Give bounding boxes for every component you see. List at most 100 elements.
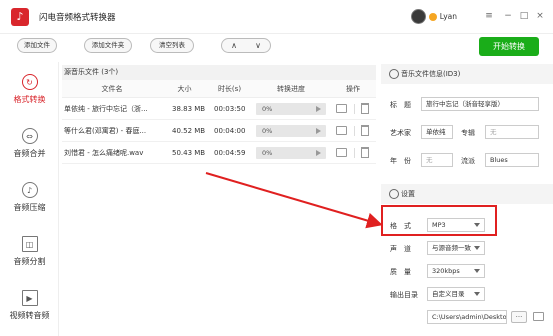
play-icon[interactable]	[316, 128, 321, 134]
chevron-down-icon	[474, 246, 480, 250]
close-icon[interactable]: ×	[534, 10, 546, 22]
trash-icon[interactable]	[361, 125, 369, 136]
file-list: 源音乐文件 (3个) 文件名 大小 时长(s) 转换进度 操作 单依纯 - 旅行…	[62, 65, 376, 177]
vip-badge-icon	[428, 12, 437, 21]
progress-bar: 0%	[256, 125, 326, 137]
start-convert-button[interactable]: 开始转换	[479, 37, 539, 56]
minimize-icon[interactable]: −	[502, 10, 514, 22]
maximize-icon[interactable]: □	[518, 10, 530, 22]
column-headers: 文件名 大小 时长(s) 转换进度 操作	[62, 80, 376, 98]
move-down-icon[interactable]: ∨	[255, 41, 261, 50]
output-value: 自定义目录	[432, 290, 465, 298]
genre-field[interactable]: Blues	[485, 153, 539, 167]
file-name: 刘惜君 - 怎么痛绪呢.wav	[64, 149, 144, 157]
sidebar-item-label: 音频合并	[13, 149, 46, 158]
id3-section-title: 音乐文件信息(ID3)	[401, 70, 461, 78]
file-list-header: 源音乐文件 (3个)	[62, 65, 376, 80]
merge-icon: ⇔	[21, 128, 38, 144]
sidebar-item-label: 音频分割	[13, 257, 46, 266]
divider	[354, 148, 355, 158]
move-up-icon[interactable]: ∧	[231, 41, 237, 50]
artist-field[interactable]: 单依纯	[421, 125, 453, 139]
column-size: 大小	[177, 85, 192, 93]
folder-icon[interactable]	[336, 126, 347, 135]
file-size: 40.52 MB	[172, 127, 206, 135]
annotation-highlight-box	[381, 205, 497, 236]
toolbar: 添加文件 添加文件夹 清空列表 ∧ ∨ 开始转换	[0, 34, 553, 60]
folder-icon[interactable]	[336, 104, 347, 113]
file-name: 等什么君(邓寓君) - 春庭...	[64, 127, 147, 135]
column-action: 操作	[346, 85, 360, 93]
divider	[354, 126, 355, 136]
output-select[interactable]: 自定义目录	[427, 287, 485, 301]
progress-bar: 0%	[256, 103, 326, 115]
file-duration: 00:04:59	[214, 149, 246, 157]
output-path-field[interactable]: C:\Users\admin\Deskto	[427, 310, 507, 324]
add-folder-button[interactable]: 添加文件夹	[84, 38, 132, 53]
year-field[interactable]: 无	[421, 153, 453, 167]
sidebar-item-label: 音频压缩	[13, 203, 46, 212]
video-icon: ▶	[21, 290, 38, 306]
album-label: 专辑	[461, 129, 475, 137]
user-area[interactable]: Lyan	[410, 9, 457, 24]
convert-icon: ↻	[21, 74, 38, 90]
output-label: 输出目录	[390, 291, 418, 299]
headphones-icon	[389, 69, 399, 79]
open-folder-icon[interactable]	[533, 312, 544, 321]
music-note-icon: ♪	[11, 7, 29, 26]
add-file-button[interactable]: 添加文件	[17, 38, 57, 53]
trash-icon[interactable]	[361, 147, 369, 158]
progress-text: 0%	[262, 105, 273, 113]
play-icon[interactable]	[316, 150, 321, 156]
right-panel: 音乐文件信息(ID3) 标 题 旅行中忘记（浙音轻享版） 艺术家 单依纯 专辑 …	[381, 62, 553, 336]
album-field[interactable]: 无	[485, 125, 539, 139]
quality-value: 320kbps	[432, 267, 460, 275]
progress-text: 0%	[262, 127, 273, 135]
sidebar-item-label: 格式转换	[13, 95, 46, 104]
file-duration: 00:03:50	[214, 105, 246, 113]
reorder-buttons: ∧ ∨	[221, 38, 271, 53]
sidebar-item-label: 视频转音频	[9, 311, 50, 320]
file-duration: 00:04:00	[214, 127, 246, 135]
column-name: 文件名	[101, 85, 123, 93]
more-button[interactable]: ···	[511, 311, 527, 323]
menu-icon[interactable]: ≡	[483, 10, 495, 22]
app-title: 闪电音频格式转换器	[39, 12, 116, 23]
folder-icon[interactable]	[336, 148, 347, 157]
chevron-down-icon	[474, 292, 480, 296]
file-size: 50.43 MB	[172, 149, 206, 157]
title-label: 标 题	[390, 101, 411, 109]
sidebar-item-video-to-audio[interactable]: ▶ 视频转音频	[0, 290, 59, 336]
file-name: 单依纯 - 旅行中忘记（浙...	[64, 105, 148, 113]
artist-label: 艺术家	[390, 129, 411, 137]
sidebar: ↻ 格式转换 ⇔ 音频合并 ♪ 音频压缩 ◫ 音频分割 ▶ 视频转音频	[0, 62, 59, 336]
sidebar-item-audio-split[interactable]: ◫ 音频分割	[0, 236, 59, 286]
progress-bar: 0%	[256, 147, 326, 159]
channel-label: 声 道	[390, 245, 411, 253]
channel-select[interactable]: 与源音频一致	[427, 241, 485, 255]
column-progress: 转换进度	[277, 85, 305, 93]
title-bar: ♪ 闪电音频格式转换器 Lyan ≡ − □ ×	[0, 0, 553, 34]
column-duration: 时长(s)	[217, 85, 242, 93]
play-icon[interactable]	[316, 106, 321, 112]
clear-list-button[interactable]: 清空列表	[150, 38, 194, 53]
quality-label: 质 量	[390, 268, 411, 276]
divider	[354, 104, 355, 114]
title-field[interactable]: 旅行中忘记（浙音轻享版）	[421, 97, 539, 111]
table-row[interactable]: 单依纯 - 旅行中忘记（浙... 38.83 MB 00:03:50 0%	[62, 98, 376, 120]
progress-text: 0%	[262, 149, 273, 157]
id3-section-header: 音乐文件信息(ID3)	[381, 64, 553, 84]
sidebar-item-audio-compress[interactable]: ♪ 音频压缩	[0, 182, 59, 232]
year-label: 年 份	[390, 157, 411, 165]
settings-section-header: 设置	[381, 184, 553, 204]
table-row[interactable]: 等什么君(邓寓君) - 春庭... 40.52 MB 00:04:00 0%	[62, 120, 376, 142]
quality-select[interactable]: 320kbps	[427, 264, 485, 278]
sidebar-item-format-convert[interactable]: ↻ 格式转换	[0, 74, 59, 124]
avatar[interactable]	[410, 9, 426, 24]
compress-icon: ♪	[21, 182, 38, 198]
sidebar-item-audio-merge[interactable]: ⇔ 音频合并	[0, 128, 59, 178]
genre-label: 流派	[461, 157, 475, 165]
trash-icon[interactable]	[361, 103, 369, 114]
table-row[interactable]: 刘惜君 - 怎么痛绪呢.wav 50.43 MB 00:04:59 0%	[62, 142, 376, 164]
username[interactable]: Lyan	[440, 12, 457, 21]
